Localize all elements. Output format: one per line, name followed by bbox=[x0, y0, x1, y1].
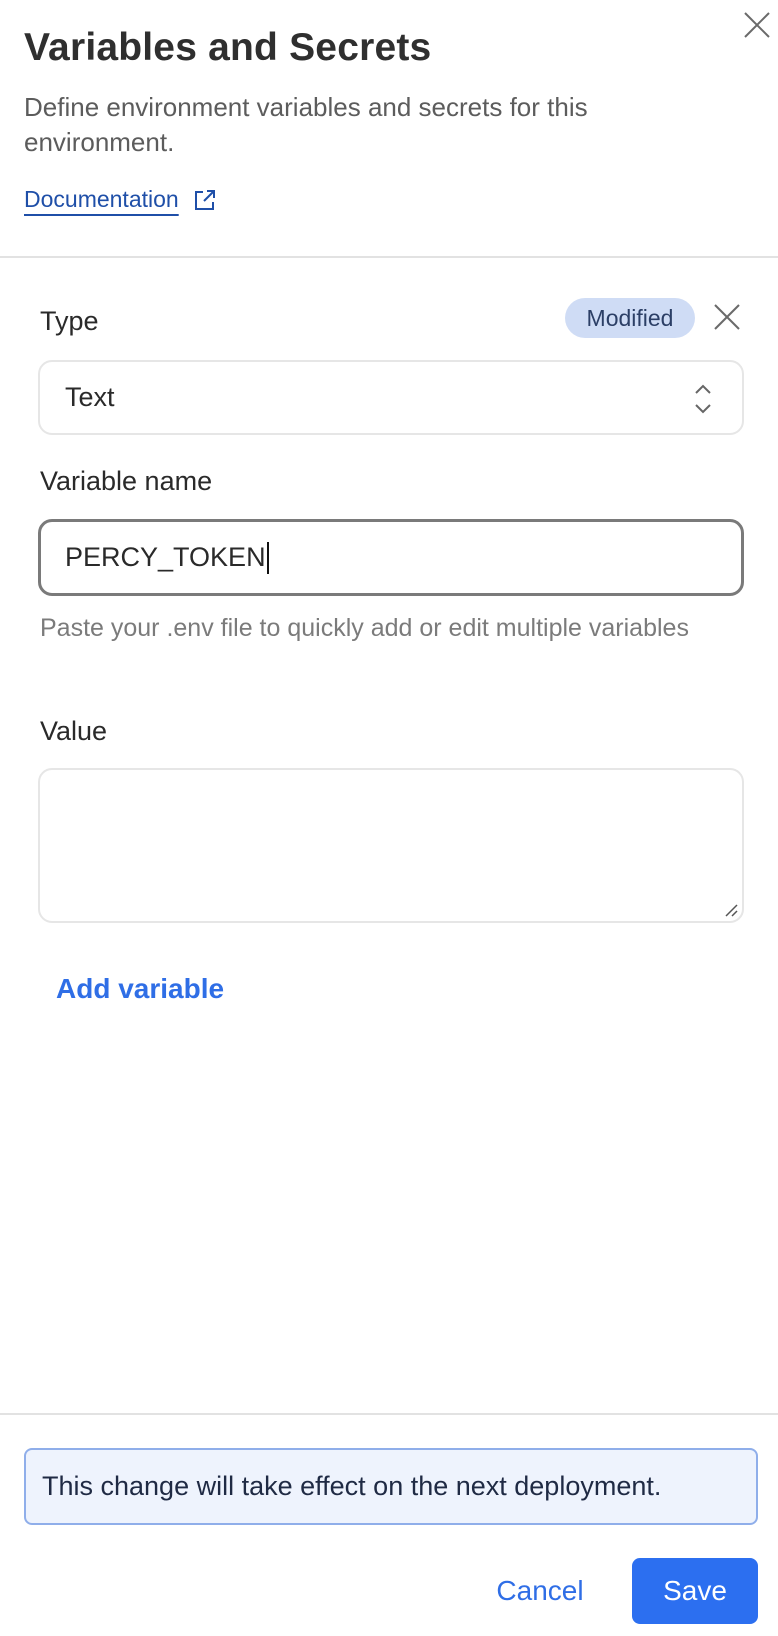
documentation-link[interactable]: Documentation bbox=[24, 186, 217, 213]
page-subtitle: Define environment variables and secrets… bbox=[24, 92, 588, 157]
variable-name-input[interactable]: PERCY_TOKEN bbox=[38, 519, 744, 596]
close-icon bbox=[744, 12, 770, 38]
cancel-button[interactable]: Cancel bbox=[470, 1558, 610, 1624]
chevron-up-down-icon bbox=[695, 384, 711, 414]
close-icon bbox=[714, 304, 740, 330]
close-panel-button[interactable] bbox=[740, 8, 774, 42]
value-textarea[interactable] bbox=[38, 768, 744, 923]
header-divider bbox=[0, 256, 778, 258]
resize-grip-icon[interactable] bbox=[723, 902, 739, 918]
deployment-notice-text: This change will take effect on the next… bbox=[42, 1471, 662, 1501]
documentation-link-label: Documentation bbox=[24, 186, 179, 212]
variable-name-label: Variable name bbox=[40, 466, 213, 496]
footer-divider bbox=[0, 1413, 778, 1415]
variable-name-value: PERCY_TOKEN bbox=[65, 542, 266, 572]
deployment-notice: This change will take effect on the next… bbox=[24, 1448, 758, 1525]
type-select-value: Text bbox=[65, 382, 115, 412]
text-caret bbox=[266, 541, 269, 574]
page-title: Variables and Secrets bbox=[24, 26, 432, 69]
env-paste-hint: Paste your .env file to quickly add or e… bbox=[40, 614, 689, 642]
type-label: Type bbox=[40, 306, 99, 336]
save-button[interactable]: Save bbox=[632, 1558, 758, 1624]
add-variable-button[interactable]: Add variable bbox=[56, 973, 224, 1005]
variables-secrets-panel: Variables and Secrets Define environment… bbox=[0, 0, 778, 1636]
status-badge: Modified bbox=[565, 298, 695, 338]
type-select[interactable]: Text bbox=[38, 360, 744, 435]
remove-variable-button[interactable] bbox=[709, 299, 745, 335]
external-link-icon bbox=[194, 189, 215, 210]
value-label: Value bbox=[40, 716, 108, 746]
